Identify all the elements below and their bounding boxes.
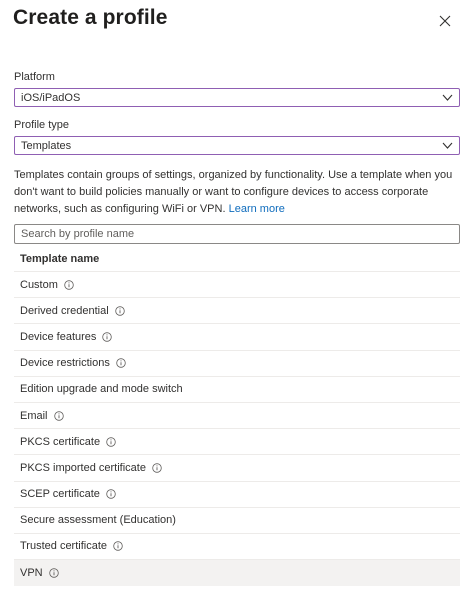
table-row[interactable]: VPN <box>14 560 460 587</box>
template-name: Device restrictions <box>20 357 110 370</box>
profile-type-value: Templates <box>21 139 72 152</box>
table-row[interactable]: Device restrictions <box>14 351 460 377</box>
table-row[interactable]: Derived credential <box>14 298 460 325</box>
info-icon[interactable] <box>64 279 74 290</box>
dialog-title: Create a profile <box>13 6 168 29</box>
info-icon[interactable] <box>116 358 126 368</box>
close-icon <box>439 15 451 27</box>
table-row[interactable]: Device features <box>14 324 460 351</box>
profile-type-label: Profile type <box>14 119 70 131</box>
table-row[interactable]: Edition upgrade and mode switch <box>14 377 460 403</box>
template-name: Trusted certificate <box>20 540 108 553</box>
table-row[interactable]: Custom <box>14 272 460 299</box>
platform-dropdown[interactable]: iOS/iPadOS <box>14 88 460 107</box>
template-name: Derived credential <box>20 304 109 317</box>
info-icon[interactable] <box>113 541 123 552</box>
template-name: PKCS certificate <box>20 435 101 448</box>
template-name: VPN <box>20 566 43 579</box>
table-row[interactable]: PKCS certificate <box>14 429 460 456</box>
info-icon[interactable] <box>106 437 116 447</box>
platform-value: iOS/iPadOS <box>21 91 81 104</box>
templates-description: Templates contain groups of settings, or… <box>14 167 460 218</box>
template-name: Secure assessment (Education) <box>20 514 176 527</box>
templates-table: Template name Custom Derived credential De… <box>14 246 460 587</box>
table-row[interactable]: PKCS imported certificate <box>14 455 460 482</box>
template-name: Email <box>20 409 48 422</box>
info-icon[interactable] <box>48 567 59 578</box>
chevron-down-icon <box>442 142 453 149</box>
chevron-down-icon <box>442 94 453 101</box>
info-icon[interactable] <box>106 489 116 499</box>
close-button[interactable] <box>436 12 454 30</box>
info-icon[interactable] <box>152 463 162 473</box>
template-name: Edition upgrade and mode switch <box>20 383 183 396</box>
table-body: Custom Derived credential Device features D… <box>14 272 460 587</box>
create-profile-panel: Create a profile Platform iOS/iPadOS Pro… <box>0 0 474 593</box>
template-name: PKCS imported certificate <box>20 461 146 474</box>
info-icon[interactable] <box>53 410 64 421</box>
profile-type-dropdown[interactable]: Templates <box>14 136 460 155</box>
template-name: SCEP certificate <box>20 488 100 501</box>
info-icon[interactable] <box>114 306 125 316</box>
info-icon[interactable] <box>102 332 113 342</box>
table-row[interactable]: Trusted certificate <box>14 534 460 561</box>
table-row[interactable]: Secure assessment (Education) <box>14 508 460 534</box>
table-row[interactable]: Email <box>14 403 460 430</box>
search-input[interactable] <box>14 224 460 244</box>
template-name: Custom <box>20 278 58 291</box>
learn-more-link[interactable]: Learn more <box>229 203 285 215</box>
table-row[interactable]: SCEP certificate <box>14 482 460 508</box>
column-header-template-name: Template name <box>14 246 460 272</box>
template-name: Device features <box>20 330 97 343</box>
platform-label: Platform <box>14 71 55 83</box>
